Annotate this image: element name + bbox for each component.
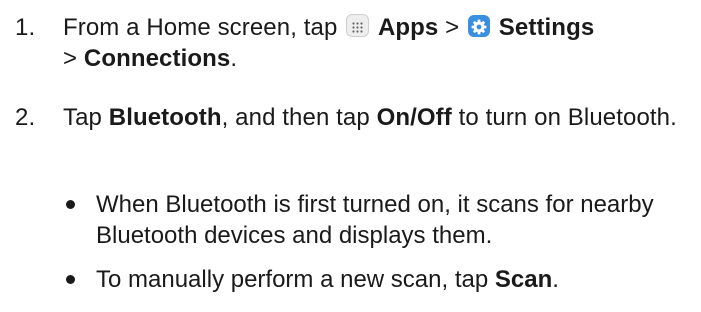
step-text: From a Home screen, tap Apps > Settings … (63, 12, 701, 74)
step-2: 2. Tap Bluetooth, and then tap On/Off to… (15, 102, 701, 133)
step-1: 1. From a Home screen, tap Apps > Settin… (15, 12, 701, 74)
bullet-dot-icon (66, 275, 75, 284)
step-text-part: , and then tap (221, 104, 377, 131)
step-text-part: Tap (63, 104, 109, 131)
step-text-part: . (230, 45, 238, 72)
connections-label: Connections (83, 45, 231, 72)
bullet-item-1: When Bluetooth is first turned on, it sc… (66, 189, 693, 251)
step-text: Tap Bluetooth, and then tap On/Off to tu… (63, 102, 701, 133)
bullet-text-part: . (552, 266, 559, 293)
gear-icon (468, 15, 491, 37)
settings-label: Settings (498, 14, 595, 41)
step-number: 1. (15, 14, 36, 41)
bluetooth-label: Bluetooth (108, 104, 222, 131)
bullet-dot-icon (66, 200, 75, 209)
apps-label: Apps (377, 14, 439, 41)
step-number: 2. (15, 104, 36, 131)
bullet-text: When Bluetooth is first turned on, it sc… (96, 191, 654, 249)
bullet-item-2: To manually perform a new scan, tap Scan… (66, 264, 693, 295)
step-text-part: > (438, 14, 467, 41)
bullet-text: To manually perform a new scan, tap Scan… (96, 264, 693, 295)
bullet-text-part: To manually perform a new scan, tap (96, 266, 495, 293)
step-text-part: From a Home screen, tap (63, 14, 345, 41)
apps-grid-icon (346, 14, 370, 37)
step-text-part: > (63, 45, 84, 72)
scan-label: Scan (494, 266, 553, 293)
on-off-label: On/Off (376, 104, 452, 131)
step-text-part: to turn on Bluetooth. (451, 104, 677, 131)
